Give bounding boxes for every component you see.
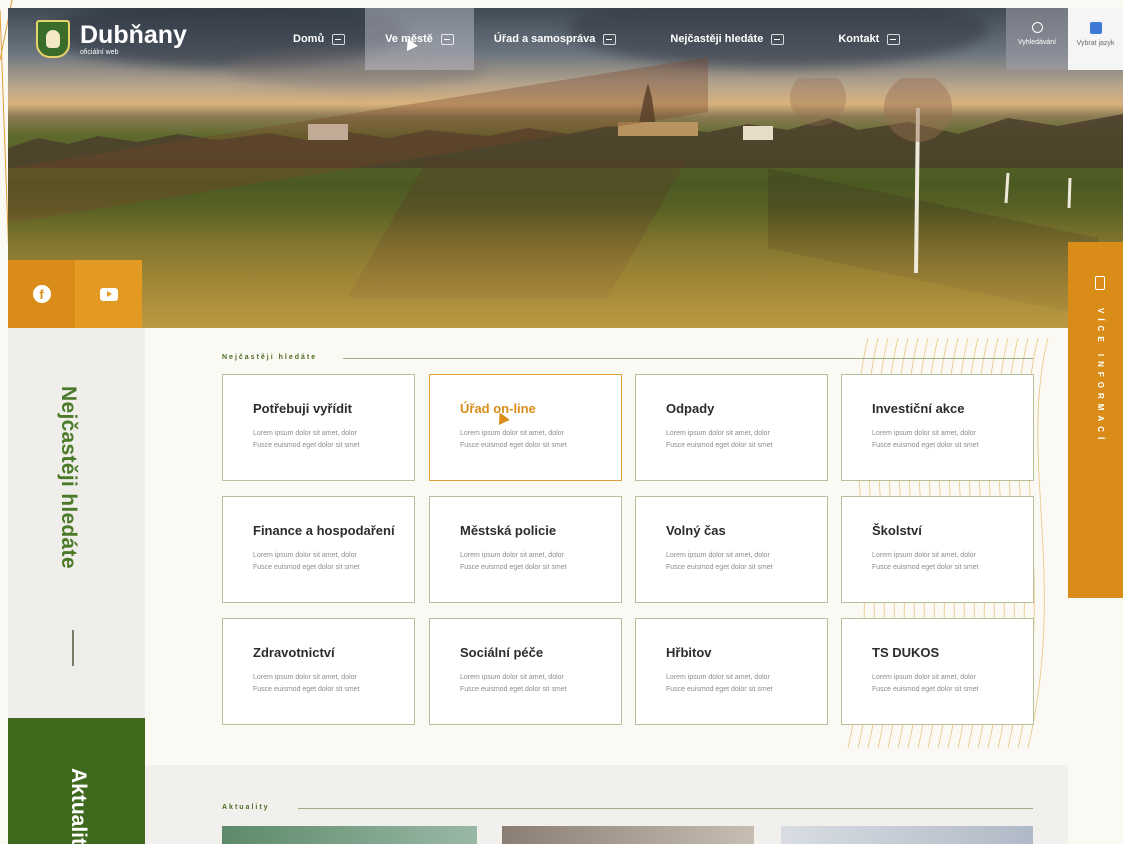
tile-description: Lorem ipsum dolor sit amet, dolor xyxy=(460,552,564,559)
section-label: Nejčastěji hledáte xyxy=(222,354,318,361)
tile-description: Lorem ipsum dolor sit amet, dolor xyxy=(666,552,770,559)
tile-description: Fusce euismod eget dolor sit smet xyxy=(666,564,773,571)
tile-urad-on-line[interactable]: Úřad on-line Lorem ipsum dolor sit amet,… xyxy=(429,374,622,481)
news-label: Aktuality xyxy=(222,804,270,811)
facebook-link[interactable]: f xyxy=(8,260,75,328)
news-divider xyxy=(298,808,1033,809)
search-label: Vyhledávání xyxy=(1017,39,1057,46)
tile-odpady[interactable]: Odpady Lorem ipsum dolor sit amet, dolor… xyxy=(635,374,828,481)
tile-description: Lorem ipsum dolor sit amet, dolor xyxy=(253,552,357,559)
tile-description: Lorem ipsum dolor sit amet, dolor xyxy=(666,674,770,681)
tile-description: Lorem ipsum dolor sit amet, dolor xyxy=(666,430,770,437)
tile-title: Úřad on-line xyxy=(460,401,536,416)
tile-description: Fusce euismod eget dolor sit smet xyxy=(253,564,360,571)
sidebar-divider xyxy=(72,630,74,666)
search-button[interactable]: Vyhledávání xyxy=(1006,8,1068,70)
tile-description: Fusce euismod eget dolor sit smet xyxy=(460,564,567,571)
language-button[interactable]: Vybrat jazyk xyxy=(1068,8,1123,70)
nav-item-kontakt[interactable]: Kontakt xyxy=(804,8,920,70)
sidebar-section-title: Nejčastěji hledáte xyxy=(57,386,80,569)
enter-icon xyxy=(440,33,454,45)
tile-finance-a-hospodareni[interactable]: Finance a hospodaření Lorem ipsum dolor … xyxy=(222,496,415,603)
tile-description: Lorem ipsum dolor sit amet, dolor xyxy=(460,430,564,437)
page: Dubňany oficiální web Domů Ve městě Úřad… xyxy=(8,8,1123,844)
main-navigation: Domů Ve městě Úřad a samospráva Nejčastě… xyxy=(273,8,920,70)
tile-description: Lorem ipsum dolor sit amet, dolor xyxy=(253,430,357,437)
tile-description: Lorem ipsum dolor sit amet, dolor xyxy=(253,674,357,681)
tile-description: Lorem ipsum dolor sit amet, dolor xyxy=(460,674,564,681)
tile-potrebuji-vyridit[interactable]: Potřebuji vyřídit Lorem ipsum dolor sit … xyxy=(222,374,415,481)
tile-title: Sociální péče xyxy=(460,645,544,660)
tile-description: Fusce euismod eget dolor sit smet xyxy=(872,442,979,449)
youtube-icon xyxy=(99,287,118,301)
info-icon xyxy=(1095,276,1105,290)
section-divider xyxy=(343,358,1033,359)
search-icon xyxy=(1031,22,1043,33)
facebook-icon: f xyxy=(32,285,51,303)
tile-title: Hřbitov xyxy=(666,645,712,660)
tile-title: TS DUKOS xyxy=(872,645,940,660)
site-logo[interactable]: Dubňany oficiální web xyxy=(36,20,187,58)
enter-icon xyxy=(887,33,901,45)
language-label: Vybrat jazyk xyxy=(1076,40,1115,47)
logo-subtitle: oficiální web xyxy=(80,49,119,56)
news-thumbnail[interactable] xyxy=(222,826,477,844)
tile-description: Lorem ipsum dolor sit amet, dolor xyxy=(872,674,976,681)
nav-item-label: Nejčastěji hledáte xyxy=(670,33,764,45)
tile-ts-dukos[interactable]: TS DUKOS Lorem ipsum dolor sit amet, dol… xyxy=(841,618,1034,725)
coat-of-arms-icon xyxy=(36,20,70,58)
sidebar-next-section-title: Aktuality xyxy=(67,768,90,844)
youtube-link[interactable] xyxy=(75,260,142,328)
enter-icon xyxy=(771,33,785,45)
tile-title: Finance a hospodaření xyxy=(253,523,395,538)
nav-item-label: Kontakt xyxy=(838,33,880,45)
nav-item-label: Domů xyxy=(293,33,325,45)
tile-description: Fusce euismod eget dolor sit smet xyxy=(253,442,360,449)
tile-title: Investiční akce xyxy=(872,401,965,416)
tile-title: Odpady xyxy=(666,401,715,416)
news-thumbnail[interactable] xyxy=(502,826,754,844)
tile-description: Fusce euismod eget dolor sit smet xyxy=(253,686,360,693)
social-links: f xyxy=(8,260,142,328)
enter-icon xyxy=(603,33,617,45)
nav-item-domu[interactable]: Domů xyxy=(273,8,365,70)
translate-icon xyxy=(1089,22,1102,34)
tile-mestska-policie[interactable]: Městská policie Lorem ipsum dolor sit am… xyxy=(429,496,622,603)
tile-description: Fusce euismod eget dolor sit smet xyxy=(872,564,979,571)
tile-title: Zdravotnictví xyxy=(253,645,335,660)
tile-description: Fusce euismod eget dolor sit smet xyxy=(460,442,567,449)
logo-title: Dubňany xyxy=(80,21,187,49)
tile-hrbitov[interactable]: Hřbitov Lorem ipsum dolor sit amet, dolo… xyxy=(635,618,828,725)
tile-description: Lorem ipsum dolor sit amet, dolor xyxy=(872,552,976,559)
more-info-label: VÍCE INFORMACÍ xyxy=(1096,308,1105,445)
tile-title: Školství xyxy=(872,523,922,538)
nav-item-urad-a-samosprava[interactable]: Úřad a samospráva xyxy=(474,8,637,70)
tile-description: Fusce euismod eget dolor sit smet xyxy=(666,686,773,693)
news-thumbnail[interactable] xyxy=(781,826,1033,844)
tile-description: Fusce euismod eget dolor sit smet xyxy=(666,442,773,449)
tile-socialni-pece[interactable]: Sociální péče Lorem ipsum dolor sit amet… xyxy=(429,618,622,725)
nav-item-ve-meste[interactable]: Ve městě xyxy=(365,8,474,70)
tile-investicni-akce[interactable]: Investiční akce Lorem ipsum dolor sit am… xyxy=(841,374,1034,481)
nav-item-nejcasteji-hledate[interactable]: Nejčastěji hledáte xyxy=(636,8,804,70)
tile-description: Fusce euismod eget dolor sit smet xyxy=(872,686,979,693)
tile-skolstvi[interactable]: Školství Lorem ipsum dolor sit amet, dol… xyxy=(841,496,1034,603)
tile-description: Fusce euismod eget dolor sit smet xyxy=(460,686,567,693)
tile-volny-cas[interactable]: Volný čas Lorem ipsum dolor sit amet, do… xyxy=(635,496,828,603)
trees xyxy=(790,78,1072,274)
enter-icon xyxy=(332,33,346,45)
tile-title: Volný čas xyxy=(666,523,726,538)
tile-zdravotnictvi[interactable]: Zdravotnictví Lorem ipsum dolor sit amet… xyxy=(222,618,415,725)
tile-title: Potřebuji vyřídit xyxy=(253,401,352,416)
tile-description: Lorem ipsum dolor sit amet, dolor xyxy=(872,430,976,437)
nav-item-label: Úřad a samospráva xyxy=(493,33,596,45)
tile-title: Městská policie xyxy=(460,523,557,538)
